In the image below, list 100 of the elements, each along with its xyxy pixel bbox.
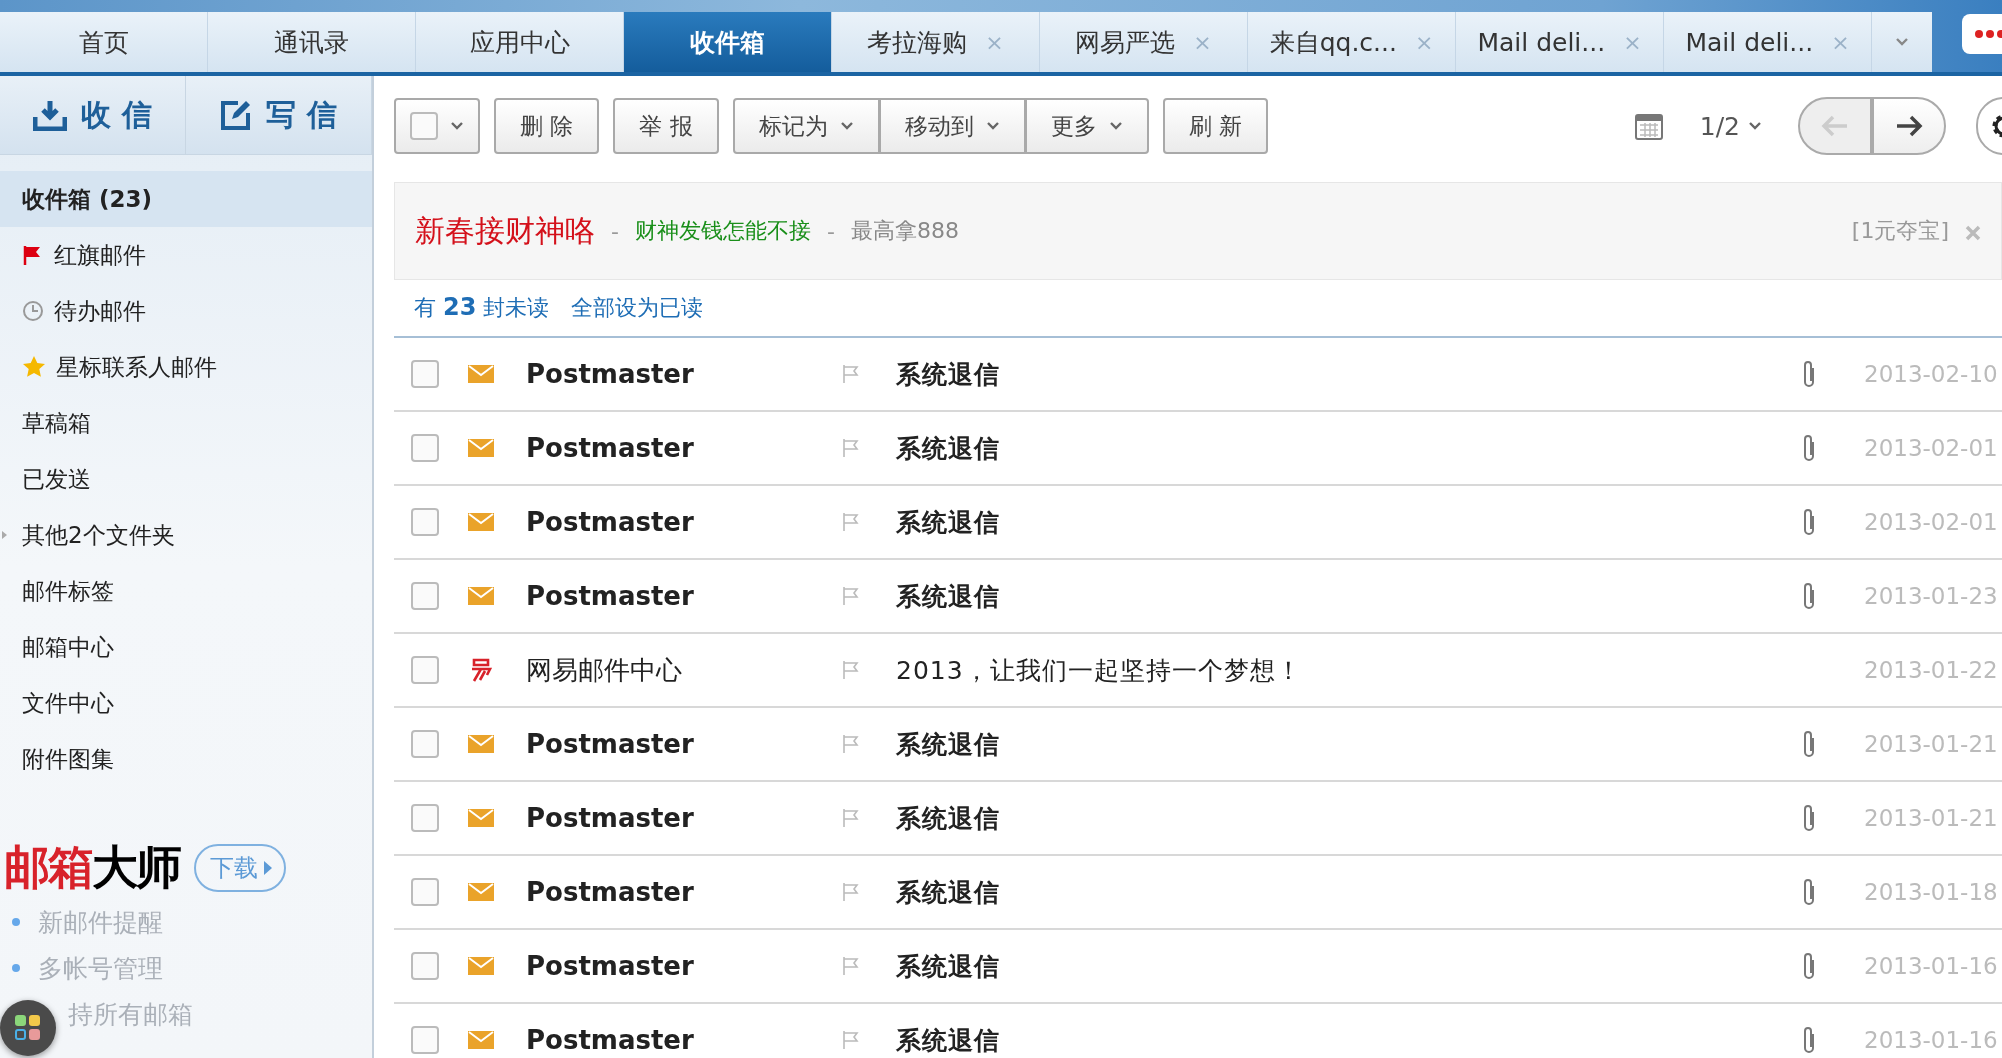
- folder-item[interactable]: 邮件标签: [0, 563, 372, 619]
- checkbox[interactable]: [411, 730, 439, 758]
- tab[interactable]: 通讯录: [208, 12, 416, 72]
- edit-icon: [220, 99, 253, 131]
- checkbox[interactable]: [411, 656, 439, 684]
- mail-date: 2013-01-23: [1864, 583, 1999, 609]
- sender-name: Postmaster: [525, 877, 695, 907]
- banner-title[interactable]: 新春接财神咯: [415, 210, 595, 252]
- mail-subject[interactable]: 系统退信: [876, 505, 1794, 539]
- envelope-icon: [468, 513, 494, 531]
- mail-subject[interactable]: 系统退信: [876, 875, 1794, 909]
- sender-name: Postmaster: [525, 729, 695, 759]
- chevron-down-icon: [1895, 37, 1909, 47]
- arrow-right-icon: [1895, 115, 1923, 137]
- tab[interactable]: 来自qq.c... ×: [1248, 12, 1456, 72]
- mail-subject[interactable]: 2013，让我们一起坚持一个梦想！: [876, 653, 1794, 687]
- mail-subject[interactable]: 系统退信: [876, 949, 1794, 983]
- envelope-icon: [468, 809, 494, 827]
- checkbox[interactable]: [411, 878, 439, 906]
- apps-button[interactable]: [0, 1000, 56, 1056]
- tab[interactable]: Mail deli... ×: [1456, 12, 1664, 72]
- flag-outline-icon[interactable]: [841, 512, 861, 532]
- mail-date: 2013-01-18: [1864, 879, 1999, 905]
- flag-outline-icon[interactable]: [841, 364, 861, 384]
- checkbox[interactable]: [411, 508, 439, 536]
- download-icon: [33, 99, 68, 131]
- receive-button[interactable]: 收 信: [0, 76, 186, 154]
- envelope-icon: [468, 587, 494, 605]
- toolbar-button[interactable]: 刷 新: [1162, 98, 1268, 154]
- checkbox[interactable]: [411, 952, 439, 980]
- checkbox[interactable]: [411, 1026, 439, 1054]
- chevron-down-icon: [839, 121, 854, 131]
- toolbar-button[interactable]: 删 除: [494, 98, 600, 154]
- mail-date: 2013-01-16: [1864, 1027, 1999, 1053]
- folder-item[interactable]: 邮箱中心: [0, 619, 372, 675]
- envelope-icon: [468, 439, 494, 457]
- checkbox[interactable]: [411, 582, 439, 610]
- folder-item[interactable]: 草稿箱: [0, 395, 372, 451]
- checkbox[interactable]: [411, 434, 439, 462]
- folder-item[interactable]: 收件箱 (23): [0, 171, 372, 227]
- brand-logo-text: 邮箱大师: [4, 839, 180, 896]
- caret-icon: [2, 531, 8, 539]
- envelope-icon: [468, 957, 494, 975]
- mail-subject[interactable]: 系统退信: [876, 431, 1794, 465]
- mail-subject[interactable]: 系统退信: [876, 1023, 1794, 1057]
- tab[interactable]: 网易严选 ×: [1040, 12, 1248, 72]
- apps-icon: [14, 1014, 42, 1042]
- separator-text: -: [826, 218, 835, 244]
- mail-subject[interactable]: 系统退信: [876, 801, 1794, 835]
- sender-name: 网易邮件中心: [525, 653, 683, 687]
- next-page-button[interactable]: [1872, 97, 1946, 155]
- menu-button[interactable]: 更多: [1024, 98, 1149, 154]
- unread-count: 有 23 封未读: [414, 293, 550, 323]
- flag-outline-icon[interactable]: [841, 882, 861, 902]
- envelope-icon: [468, 883, 494, 901]
- page-selector[interactable]: 1/2: [1693, 110, 1768, 142]
- feature-text: 新邮件提醒: [38, 906, 163, 939]
- select-all-dropdown[interactable]: [394, 98, 480, 154]
- checkbox[interactable]: [411, 360, 439, 388]
- folder-item[interactable]: 其他2个文件夹: [0, 507, 372, 563]
- mail-subject[interactable]: 系统退信: [876, 727, 1794, 761]
- tab[interactable]: 应用中心: [416, 12, 624, 72]
- banner-subtitle: 财神发钱怎能不接: [634, 217, 811, 245]
- tab[interactable]: 收件箱: [624, 12, 832, 72]
- flag-outline-icon[interactable]: [841, 586, 861, 606]
- chevron-down-icon: [985, 121, 1000, 131]
- tab[interactable]: 首页: [0, 12, 208, 72]
- mail-date: 2013-01-16: [1864, 953, 1999, 979]
- folder-item[interactable]: 红旗邮件: [0, 227, 372, 283]
- sender-name: Postmaster: [525, 581, 695, 611]
- mail-subject[interactable]: 系统退信: [876, 579, 1794, 613]
- mail-date: 2013-01-21: [1864, 731, 1999, 757]
- mark-all-read-link[interactable]: 全部设为已读: [571, 293, 704, 323]
- folder-item[interactable]: 星标联系人邮件: [0, 339, 372, 395]
- clock-icon: [22, 300, 44, 322]
- separator-text: -: [611, 218, 619, 244]
- menu-button[interactable]: 移动到: [878, 98, 1025, 154]
- flag-outline-icon[interactable]: [841, 1030, 861, 1050]
- folder-item[interactable]: 已发送: [0, 451, 372, 507]
- flag-outline-icon[interactable]: [841, 660, 861, 680]
- flag-outline-icon[interactable]: [841, 734, 861, 754]
- envelope-icon: [468, 1031, 494, 1049]
- toolbar-button[interactable]: 举 报: [613, 98, 719, 154]
- folder-item[interactable]: 附件图集: [0, 731, 372, 787]
- flag-outline-icon[interactable]: [841, 808, 861, 828]
- tab[interactable]: 考拉海购 ×: [832, 12, 1040, 72]
- checkbox[interactable]: [411, 804, 439, 832]
- calendar-icon[interactable]: [1633, 111, 1664, 141]
- feature-text: 多帐号管理: [38, 952, 163, 985]
- dots-icon: [1974, 29, 2002, 39]
- tab-list-dropdown[interactable]: [1872, 12, 1932, 72]
- mail-subject[interactable]: 系统退信: [876, 357, 1794, 391]
- tab[interactable]: Mail deli... ×: [1664, 12, 1872, 72]
- flag-outline-icon[interactable]: [841, 956, 861, 976]
- compose-button[interactable]: 写 信: [186, 76, 372, 154]
- folder-item[interactable]: 待办邮件: [0, 283, 372, 339]
- menu-button[interactable]: 标记为: [732, 98, 879, 154]
- mail-date: 2013-01-22: [1864, 657, 1999, 683]
- flag-outline-icon[interactable]: [841, 438, 861, 458]
- folder-item[interactable]: 文件中心: [0, 675, 372, 731]
